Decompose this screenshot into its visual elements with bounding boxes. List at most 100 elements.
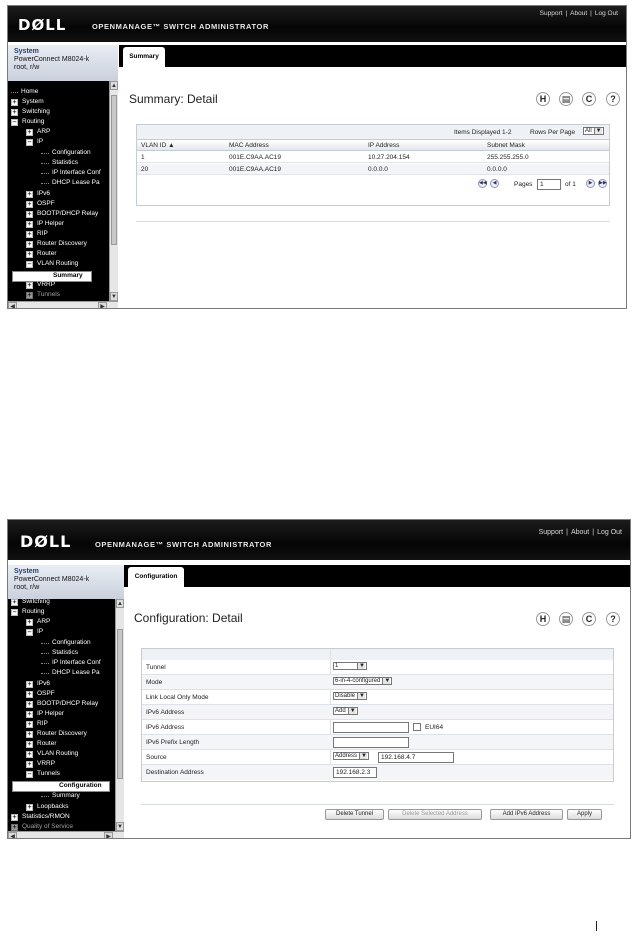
page-number-input[interactable]: 1	[537, 179, 561, 190]
delete-selected-address-button[interactable]: Delete Selected Address	[388, 809, 482, 820]
column-subnet-mask[interactable]: Subnet Mask	[487, 142, 525, 149]
support-link[interactable]: Support	[539, 529, 564, 536]
tree-item-ip-helper[interactable]: + IP Helper	[26, 221, 64, 228]
tree-item-router-discovery[interactable]: + Router Discovery	[26, 241, 87, 248]
ipv6-action-select[interactable]: Add ▼	[333, 707, 358, 715]
rows-per-page-select[interactable]: All ▼	[583, 127, 604, 135]
nav-horizontal-scrollbar[interactable]: ◀ ▶	[8, 301, 118, 308]
tree-item-tunnels[interactable]: + Tunnels	[26, 292, 60, 299]
tree-item-ip-interface-conf[interactable]: IP Interface Conf	[41, 659, 101, 667]
about-link[interactable]: About	[571, 529, 589, 536]
tree-item-router-discovery[interactable]: + Router Discovery	[26, 731, 87, 738]
scroll-up-icon[interactable]: ▲	[110, 81, 118, 90]
source-select[interactable]: Address ▼	[333, 752, 369, 760]
scroll-left-icon[interactable]: ◀	[8, 302, 17, 308]
tree-item-ospf[interactable]: + OSPF	[26, 691, 55, 698]
eui64-checkbox[interactable]	[413, 723, 421, 731]
tree-item-ip[interactable]: − IP	[26, 139, 43, 146]
prefix-length-input[interactable]	[333, 737, 409, 748]
scroll-down-icon[interactable]: ▼	[116, 822, 124, 831]
scroll-left-icon[interactable]: ◀	[8, 832, 17, 838]
refresh-icon[interactable]: C	[582, 92, 596, 106]
tree-item-tunnel-configuration[interactable]: Configuration	[12, 781, 110, 792]
tree-item-ip-statistics[interactable]: Statistics	[41, 159, 78, 167]
tree-item-ospf[interactable]: + OSPF	[26, 201, 55, 208]
tree-item-bootp[interactable]: + BOOTP/DHCP Relay	[26, 211, 98, 218]
tree-item-system[interactable]: + System	[11, 99, 44, 106]
tree-item-ip-helper[interactable]: + IP Helper	[26, 711, 64, 718]
help-icon[interactable]: ?	[606, 92, 620, 106]
tree-item-switching[interactable]: + Switching	[11, 599, 50, 606]
printer-icon[interactable]: ▤	[559, 92, 573, 106]
tree-item-ip-configuration[interactable]: Configuration	[41, 639, 91, 647]
delete-tunnel-button[interactable]: Delete Tunnel	[325, 809, 384, 820]
tree-item-arp[interactable]: + ARP	[26, 129, 50, 136]
tree-item-summary[interactable]: Summary	[12, 271, 92, 282]
scroll-thumb[interactable]	[111, 95, 117, 245]
last-page-icon[interactable]: ▶▶	[598, 179, 607, 188]
tree-item-ip-interface-conf[interactable]: IP Interface Conf	[41, 169, 101, 177]
prev-page-icon[interactable]: ◀	[490, 179, 499, 188]
save-icon[interactable]: H	[536, 612, 550, 626]
tab-summary[interactable]: Summary	[123, 47, 165, 67]
tree-item-home[interactable]: Home	[11, 88, 38, 96]
tree-item-vlan-routing[interactable]: − VLAN Routing	[26, 261, 78, 268]
tree-item-rip[interactable]: + RIP	[26, 721, 48, 728]
tree-item-dhcp-lease[interactable]: DHCP Lease Pa	[41, 179, 100, 187]
next-page-icon[interactable]: ▶	[586, 179, 595, 188]
destination-address-input[interactable]: 192.168.2.3	[333, 767, 377, 778]
scroll-right-icon[interactable]: ▶	[104, 832, 113, 838]
tree-item-ip-configuration[interactable]: Configuration	[41, 149, 91, 157]
tree-item-loopbacks[interactable]: + Loopbacks	[26, 804, 68, 811]
column-ip-address[interactable]: IP Address	[368, 142, 399, 149]
tree-item-rip[interactable]: + RIP	[26, 231, 48, 238]
column-vlan-id[interactable]: VLAN ID ▲	[141, 142, 175, 149]
first-page-icon[interactable]: ◀◀	[478, 179, 487, 188]
tree-item-vlan-routing[interactable]: + VLAN Routing	[26, 751, 78, 758]
tree-item-bootp[interactable]: + BOOTP/DHCP Relay	[26, 701, 98, 708]
table-row[interactable]: 20 001E.C9AA.AC19 0.0.0.0 0.0.0.0	[137, 164, 609, 175]
tree-item-statistics-rmon[interactable]: + Statistics/RMON	[11, 814, 70, 821]
tree-item-vrrp[interactable]: + VRRP	[26, 282, 55, 289]
tree-item-router[interactable]: + Router	[26, 251, 57, 258]
tree-item-routing[interactable]: − Routing	[11, 609, 44, 616]
refresh-icon[interactable]: C	[582, 612, 596, 626]
tree-item-ipv6[interactable]: + IPv6	[26, 681, 50, 688]
apply-button[interactable]: Apply	[567, 809, 602, 820]
tree-item-tunnels[interactable]: − Tunnels	[26, 771, 60, 778]
printer-icon[interactable]: ▤	[559, 612, 573, 626]
nav-vertical-scrollbar[interactable]: ▲ ▼	[109, 81, 118, 301]
scroll-thumb[interactable]	[117, 629, 123, 779]
tree-item-vrrp[interactable]: + VRRP	[26, 761, 55, 768]
support-link[interactable]: Support	[540, 10, 563, 17]
logout-link[interactable]: Log Out	[595, 10, 618, 17]
tree-item-ip[interactable]: − IP	[26, 629, 43, 636]
save-icon[interactable]: H	[536, 92, 550, 106]
nav-horizontal-scrollbar[interactable]: ◀ ▶	[8, 831, 124, 838]
tree-item-tunnel-summary[interactable]: Summary	[41, 792, 80, 800]
tree-item-routing[interactable]: − Routing	[11, 119, 44, 126]
tree-item-switching[interactable]: + Switching	[11, 109, 50, 116]
ipv6-address-input[interactable]	[333, 722, 409, 733]
tree-item-router[interactable]: + Router	[26, 741, 57, 748]
logout-link[interactable]: Log Out	[597, 529, 622, 536]
help-icon[interactable]: ?	[606, 612, 620, 626]
tree-item-dhcp-lease[interactable]: DHCP Lease Pa	[41, 669, 100, 677]
table-row[interactable]: 1 001E.C9AA.AC19 10.27.204.154 255.255.2…	[137, 152, 609, 163]
tree-item-arp[interactable]: + ARP	[26, 619, 50, 626]
tunnel-select[interactable]: 1 ▼	[333, 662, 367, 670]
tree-item-ip-statistics[interactable]: Statistics	[41, 649, 78, 657]
tree-item-ipv6[interactable]: + IPv6	[26, 191, 50, 198]
about-link[interactable]: About	[570, 10, 587, 17]
tab-configuration[interactable]: Configuration	[128, 567, 184, 587]
scroll-right-icon[interactable]: ▶	[98, 302, 107, 308]
tree-item-qos[interactable]: + Quality of Service	[11, 824, 73, 831]
column-mac-address[interactable]: MAC Address	[229, 142, 269, 149]
add-ipv6-address-button[interactable]: Add IPv6 Address	[490, 809, 563, 820]
source-address-input[interactable]: 192.168.4.7	[378, 752, 454, 763]
mode-select[interactable]: 6-in-4-configured ▼	[333, 677, 393, 685]
link-local-select[interactable]: Disable ▼	[333, 692, 367, 700]
nav-vertical-scrollbar[interactable]: ▲ ▼	[115, 599, 124, 831]
scroll-down-icon[interactable]: ▼	[110, 292, 118, 301]
scroll-up-icon[interactable]: ▲	[116, 599, 124, 608]
